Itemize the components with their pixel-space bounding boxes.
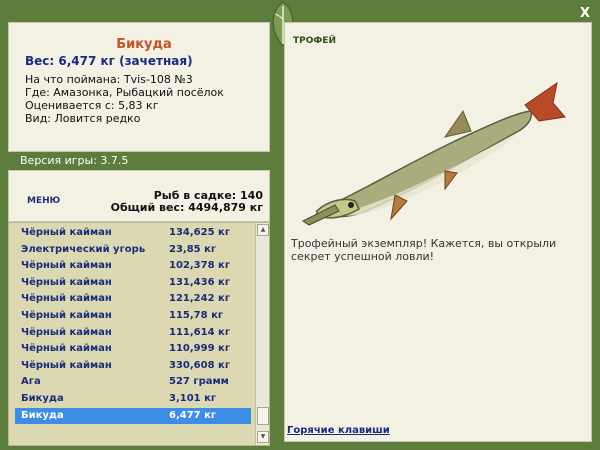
scroll-down-icon[interactable]: ▼ (257, 431, 269, 443)
fish-image (302, 81, 566, 226)
catch-fish-name: Ага (21, 376, 41, 388)
fish-weight: Вес: 6,477 кг (зачетная) (25, 54, 193, 68)
hotkeys-link[interactable]: Горячие клавиши (287, 425, 390, 436)
catch-list-row[interactable]: Чёрный кайман 110,999 кг (15, 341, 251, 357)
close-button[interactable]: X (580, 6, 590, 21)
catch-fish-weight: 131,436 кг (169, 276, 231, 288)
catch-fish-name: Чёрный кайман (21, 276, 112, 288)
catch-list-row[interactable]: Чёрный кайман 134,625 кг (15, 225, 251, 241)
catch-list-row[interactable]: Чёрный кайман 102,378 кг (15, 258, 251, 274)
catch-fish-weight: 23,85 кг (169, 243, 217, 255)
game-window: X Бикуда Вес: 6,477 кг (зачетная) На что… (0, 0, 600, 450)
catch-list-row[interactable]: Чёрный кайман 111,614 кг (15, 325, 251, 341)
catch-list: Чёрный кайман 134,625 кг Электрический уго… (8, 222, 270, 446)
catch-list-row[interactable]: Чёрный кайман 121,242 кг (15, 291, 251, 307)
rated-info: Оценивается с: 5,83 кг (25, 99, 159, 112)
menu-button[interactable]: МЕНЮ (27, 196, 60, 206)
trophy-title: ТРОФЕЙ (293, 36, 336, 46)
catch-fish-weight: 102,378 кг (169, 260, 231, 272)
catch-list-row[interactable]: Электрический угорь 23,85 кг (15, 242, 251, 258)
catch-fish-weight: 134,625 кг (169, 227, 231, 238)
catch-fish-name: Бикуда (21, 393, 64, 404)
trophy-panel: ТРОФЕЙ Трофейный экземпляр! Кажется, вы … (284, 22, 592, 442)
catch-fish-name: Бикуда (21, 409, 64, 421)
rarity-info: Вид: Ловится редко (25, 112, 141, 125)
catch-fish-name: Чёрный кайман (21, 343, 112, 355)
catch-fish-weight: 110,999 кг (169, 343, 231, 355)
catch-fish-weight: 111,614 кг (169, 326, 231, 338)
location-info: Где: Амазонка, Рыбацкий посёлок (25, 86, 224, 99)
catch-fish-name: Электрический угорь (21, 243, 146, 255)
keepnet-summary: МЕНЮ Рыб в садке: 140 Общий вес: 4494,87… (8, 170, 270, 222)
catch-list-row[interactable]: Бикуда 3,101 кг (15, 391, 251, 407)
trophy-message: Трофейный экземпляр! Кажется, вы открыли… (291, 237, 557, 263)
catch-list-row[interactable]: Бикуда 6,477 кг (15, 407, 251, 424)
scrollbar[interactable]: ▲ ▼ (255, 223, 269, 445)
catch-fish-weight: 3,101 кг (169, 393, 217, 404)
version-label: Версия игры: 3.7.5 (14, 152, 174, 169)
bait-info: На что поймана: Tvis-108 №3 (25, 73, 193, 86)
scroll-up-icon[interactable]: ▲ (257, 224, 269, 236)
catch-fish-name: Чёрный кайман (21, 227, 112, 238)
catch-fish-name: Чёрный кайман (21, 293, 112, 305)
catch-fish-weight: 527 грамм (169, 376, 229, 388)
catch-fish-name: Чёрный кайман (21, 326, 112, 338)
catch-fish-weight: 6,477 кг (169, 409, 217, 421)
catch-list-row[interactable]: Чёрный кайман 330,608 кг (15, 358, 251, 374)
fish-info-panel: Бикуда Вес: 6,477 кг (зачетная) На что п… (8, 22, 270, 152)
catch-fish-weight: 115,78 кг (169, 310, 224, 321)
catch-fish-name: Чёрный кайман (21, 359, 112, 371)
catch-fish-weight: 121,242 кг (169, 293, 231, 305)
catch-fish-name: Чёрный кайман (21, 260, 112, 272)
catch-fish-weight: 330,608 кг (169, 359, 231, 371)
catch-list-row[interactable]: Чёрный кайман 131,436 кг (15, 275, 251, 291)
total-weight: Общий вес: 4494,879 кг (110, 201, 263, 214)
scroll-thumb[interactable] (257, 407, 269, 425)
fish-name: Бикуда (116, 37, 172, 52)
catch-fish-name: Чёрный кайман (21, 310, 112, 321)
catch-list-row[interactable]: Ага 527 грамм (15, 374, 251, 390)
catch-list-row[interactable]: Чёрный кайман 115,78 кг (15, 308, 251, 324)
